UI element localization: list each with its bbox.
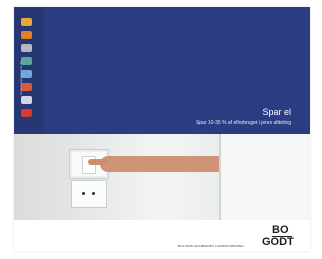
- brochure-cover: www.boligselskaber.dk Spar el Spar 10-35…: [14, 7, 310, 251]
- power-socket: [71, 180, 107, 208]
- door-frame: [219, 134, 310, 220]
- recycle-icon: [21, 109, 32, 117]
- fence-icon: [21, 96, 32, 104]
- side-url: www.boligselskaber.dk: [19, 61, 23, 95]
- brochure-subtitle: Spar 10-35 % af elforbruget i jeres afde…: [195, 120, 291, 126]
- building-icon: [21, 44, 32, 52]
- socket-hole-left: [82, 192, 85, 195]
- icon-strip: www.boligselskaber.dk: [14, 7, 44, 134]
- organization-name: BOLIGSELSKABERNES LANDSFORENING: [178, 244, 244, 248]
- hand-arm: [100, 156, 224, 172]
- radiator-icon: [21, 31, 32, 39]
- brochure-title: Spar el: [262, 107, 291, 117]
- cover-photo: [14, 134, 310, 220]
- logo-bottom-text: GODT: [262, 236, 294, 248]
- cover-banner: www.boligselskaber.dk Spar el Spar 10-35…: [14, 7, 310, 134]
- cover-footer: BOLIGSELSKABERNES LANDSFORENING BO GODT: [14, 220, 310, 251]
- sun-icon: [21, 18, 32, 26]
- pointing-finger: [88, 159, 108, 165]
- logo-top-text: BO: [272, 224, 289, 236]
- socket-hole-right: [92, 192, 95, 195]
